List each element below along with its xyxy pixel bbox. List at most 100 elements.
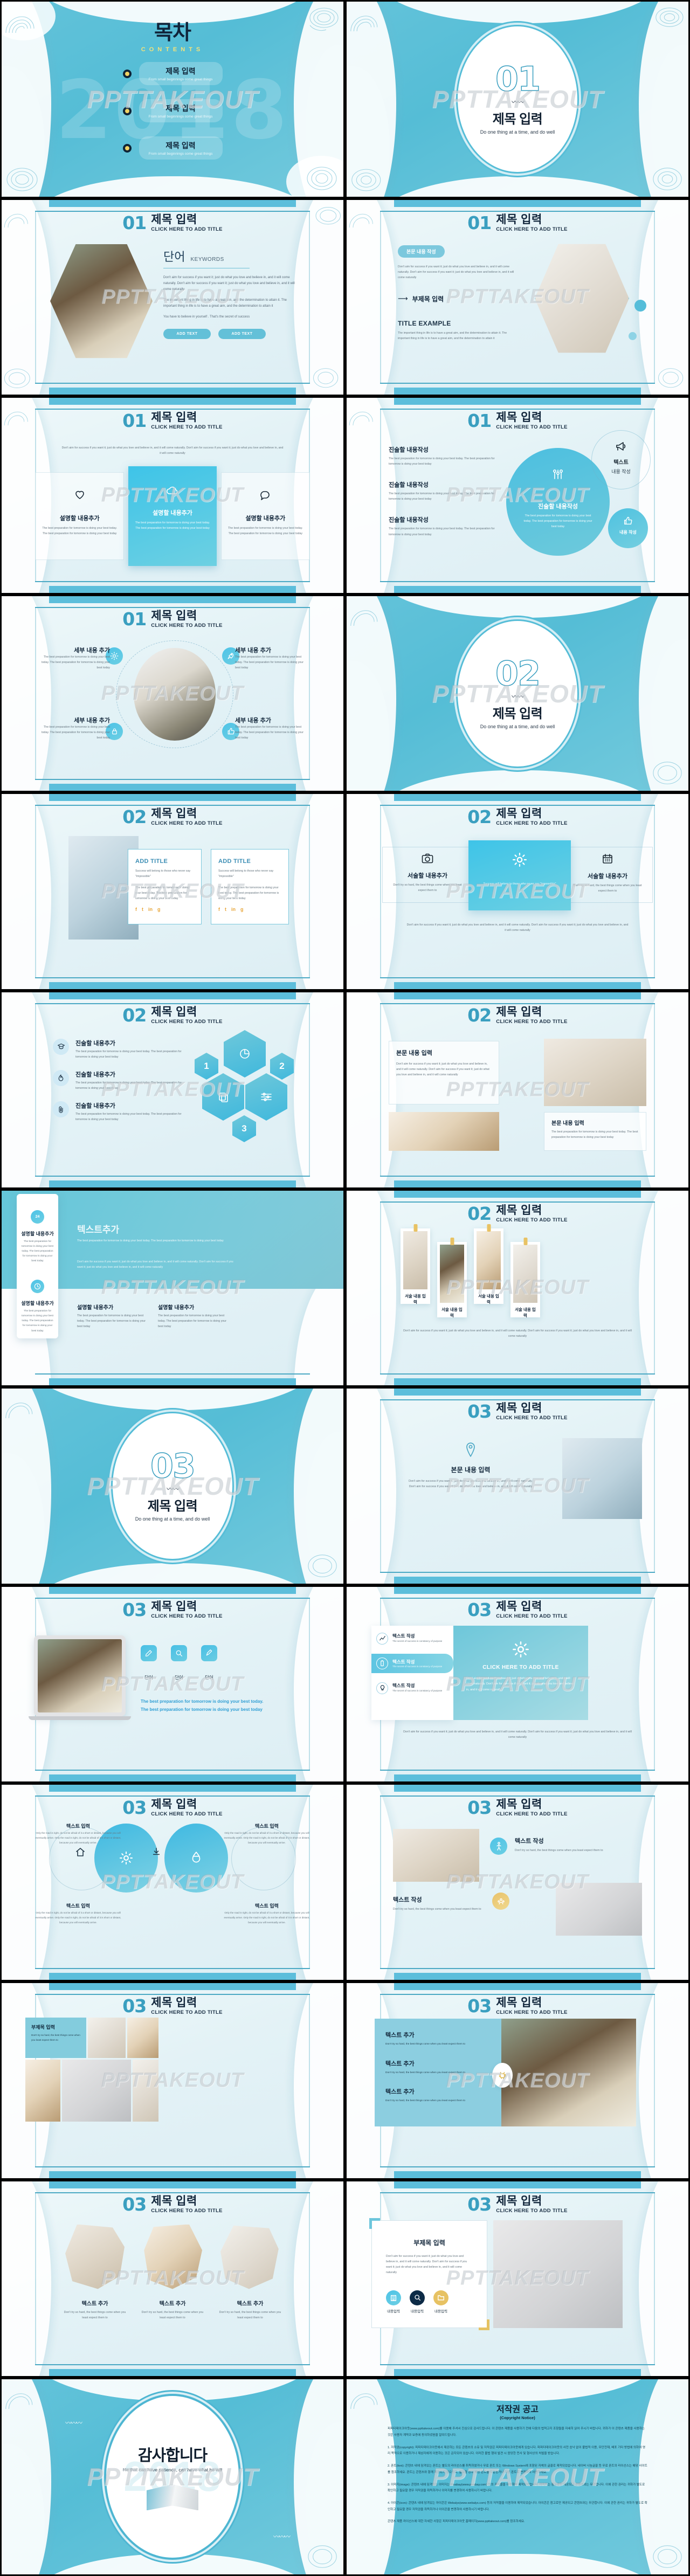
list-item[interactable]: 제목 입력 From small beginnings come great t… (122, 136, 223, 160)
quadrant-item[interactable]: 세부 내용 추가 The best preparation for tomorr… (235, 716, 308, 741)
slide-4-content[interactable]: 01 제목 입력 CLICK HERE TO ADD TITLE 본문 내용 작… (345, 198, 690, 397)
slide-21-content[interactable]: 03 제목 입력 CLICK HERE TO ADD TITLE 부제목 입력 … (0, 1981, 345, 2180)
bottom-item[interactable]: 설명할 내용추가 The best preparation for tomorr… (77, 1303, 147, 1329)
text-row[interactable]: 텍스트 작성 Don't try so hard, the best thing… (393, 1895, 485, 1912)
polaroid[interactable]: 서술 내용 입력 (474, 1224, 503, 1304)
facebook-icon[interactable]: f (135, 907, 137, 912)
text-row[interactable]: 텍스트 작성 Don't try so hard, the best thing… (515, 1836, 612, 1853)
polaroid[interactable]: 서술 내용 입력 (401, 1224, 430, 1304)
page-subtitle: CLICK HERE TO ADD TITLE (151, 2207, 223, 2214)
slide-8-divider-02[interactable]: 02 〰〰 제목 입력 Do one thing at a time, and … (345, 594, 690, 793)
toc-pill[interactable]: 제목 입력 From small beginnings come great t… (139, 99, 223, 122)
slide-25-thanks[interactable]: 〰〰〰 〰〰〰 2018 감사합니다 He that can have pati… (0, 2378, 345, 2576)
corner-item[interactable]: 텍스트 입력 Only the road is right, do not be… (35, 1822, 121, 1845)
quadrant-item[interactable]: 세부 내용 추가 The best preparation for tomorr… (37, 716, 110, 741)
slide-7-content[interactable]: 01 제목 입력 CLICK HERE TO ADD TITLE 세부 내용 추… (0, 594, 345, 793)
slide-15-divider-03[interactable]: 03 〰〰 제목 입력 Do one thing at a time, and … (0, 1387, 345, 1585)
slide-20-content[interactable]: 03 제목 입력 CLICK HERE TO ADD TITLE 텍스트 작성 … (345, 1783, 690, 1981)
slide-18-content[interactable]: 03 제목 입력 CLICK HERE TO ADD TITLE 텍스트 작성 … (345, 1585, 690, 1784)
framed-card[interactable]: 부제목 입력 Don't aim for success if you want… (369, 2218, 489, 2330)
blob-item[interactable]: 텍스트 추가 Don't try so hard, the best thing… (218, 2225, 282, 2321)
section-tagline: Do one thing at a time, and do well (135, 1516, 210, 1522)
social-links[interactable]: f t in g (135, 907, 194, 912)
list-item[interactable]: 진술할 내용작성 The best preparation for tomorr… (389, 515, 505, 537)
venn-circle-right[interactable] (164, 1824, 228, 1893)
blob-item[interactable]: 텍스트 추가 Don't try so hard, the best thing… (63, 2224, 127, 2321)
list-item[interactable]: 진술할 내용추가 The best preparation for tomorr… (53, 1038, 188, 1060)
slide-23-content[interactable]: 03 제목 입력 CLICK HERE TO ADD TITLE 텍스트 추가 … (0, 2179, 345, 2378)
info-card[interactable]: ADD TITLE Success will belong to those w… (211, 849, 289, 925)
slide-17-content[interactable]: 03 제목 입력 CLICK HERE TO ADD TITLE 단어 단어 단… (0, 1585, 345, 1784)
info-card[interactable]: ADD TITLE Success will belong to those w… (128, 849, 202, 925)
corner-item[interactable]: 텍스트 입력 Only the road is right, do not be… (35, 1902, 121, 1925)
list-item[interactable]: 진술할 내용추가 The best preparation for tomorr… (53, 1101, 188, 1122)
slide-22-content[interactable]: 03 제목 입력 CLICK HERE TO ADD TITLE 텍스트 추가 … (345, 1981, 690, 2180)
feature-card-highlight[interactable]: 설명할 내용추가 The best preparation for tomorr… (128, 466, 217, 567)
pin-body: Don't aim for success if you want it; ju… (409, 1480, 533, 1489)
slide-1-contents[interactable]: 2018 목차 CONTENTS 제목 입력 From small beginn… (0, 0, 345, 198)
slide-24-content[interactable]: 03 제목 입력 CLICK HERE TO ADD TITLE 부제목 입력 … (345, 2179, 690, 2378)
twitter-icon[interactable]: t (142, 907, 143, 912)
list-item-highlight[interactable]: 텍스트 작성 The secret of success is constanc… (371, 1653, 453, 1673)
add-text-button[interactable]: ADD TEXT (163, 329, 211, 340)
icon-block[interactable]: 서술할 내용추가 Don't try so hard, the best thi… (390, 853, 465, 893)
icon-label: 내용입력 (387, 2309, 400, 2313)
feature-card[interactable]: 설명할 내용추가 The best preparation for tomorr… (220, 472, 310, 561)
text-card[interactable]: 본문 내용 입력 Don't aim for success if you wa… (389, 1040, 499, 1104)
bottom-item[interactable]: 설명할 내용추가 The best preparation for tomorr… (158, 1303, 228, 1329)
word-item[interactable]: 단어 (141, 1645, 157, 1681)
icon-item[interactable]: 내용입력 (410, 2290, 425, 2313)
google-plus-icon[interactable]: g (157, 907, 161, 912)
linkedin-icon[interactable]: in (231, 907, 236, 912)
facebook-icon[interactable]: f (218, 907, 220, 912)
add-text-button[interactable]: ADD TEXT (218, 329, 266, 340)
slide-3-content[interactable]: 01 제목 입력 CLICK HERE TO ADD TITLE 단어 KEYW… (0, 198, 345, 397)
icon-item[interactable]: 내용입력 (433, 2290, 448, 2313)
toc-pill[interactable]: 제목 입력 From small beginnings come great t… (139, 62, 223, 85)
text-card[interactable]: 본문 내용 입력 The best preparation for tomorr… (544, 1111, 646, 1151)
slide-11-content[interactable]: 02 제목 입력 CLICK HERE TO ADD TITLE 진술할 내용추… (0, 990, 345, 1189)
corner-item[interactable]: 텍스트 입력 Only the road is right, do not be… (224, 1902, 310, 1925)
google-plus-icon[interactable]: g (240, 907, 244, 912)
linkedin-icon[interactable]: in (148, 907, 153, 912)
polaroid[interactable]: 서술 내용 입력 (437, 1237, 467, 1318)
caption-tile[interactable]: 부제목 입력 Don't try so hard, the best thing… (25, 2017, 86, 2058)
corner-item[interactable]: 텍스트 입력 Only the road is right, do not be… (224, 1822, 310, 1845)
twitter-icon[interactable]: t (225, 907, 226, 912)
slide-13-split[interactable]: 24 설명할 내용추가 The best preparation for tom… (0, 1189, 345, 1387)
slide-16-content[interactable]: 03 제목 입력 CLICK HERE TO ADD TITLE 본문 내용 입… (345, 1387, 690, 1585)
list-item[interactable]: 제목 입력 From small beginnings come great t… (122, 62, 223, 85)
polaroid[interactable]: 서술 내용 입력 (510, 1237, 540, 1318)
slide-6-content[interactable]: 01 제목 입력 CLICK HERE TO ADD TITLE 진술할 내용작… (345, 396, 690, 595)
word-item[interactable]: 단어 (171, 1645, 187, 1681)
slide-2-divider-01[interactable]: 01 〰〰 제목 입력 Do one thing at a time, and … (345, 0, 690, 198)
icon-block-highlight[interactable]: Success will belong to those who never s… (468, 840, 571, 911)
slide-19-content[interactable]: 03 제목 입력 CLICK HERE TO ADD TITLE 텍스트 입력 … (0, 1783, 345, 1981)
right-small-circle[interactable]: 내용 작성 (608, 508, 648, 549)
slide-12-content[interactable]: 02 제목 입력 CLICK HERE TO ADD TITLE 본문 내용 입… (345, 990, 690, 1189)
icon-block[interactable]: 서술할 내용추가 Don't try so hard, the best thi… (570, 853, 645, 894)
slide-9-content[interactable]: 02 제목 입력 CLICK HERE TO ADD TITLE ADD TIT… (0, 792, 345, 991)
list-item[interactable]: 텍스트 작성 The secret of success is constanc… (376, 1632, 448, 1645)
blob-item[interactable]: 텍스트 추가 Don't try so hard, the best thing… (140, 2224, 205, 2321)
slide-10-content[interactable]: 02 제목 입력 CLICK HERE TO ADD TITLE 서술할 내용추… (345, 792, 690, 991)
list-item[interactable]: 진술할 내용작성 The best preparation for tomorr… (389, 480, 505, 502)
white-panel[interactable]: 24 설명할 내용추가 The best preparation for tom… (17, 1193, 58, 1338)
right-big-circle[interactable]: 텍스트 내용 작성 (591, 430, 651, 490)
list-item[interactable]: 진술할 내용작성 The best preparation for tomorr… (389, 445, 505, 467)
social-links[interactable]: f t in g (218, 907, 281, 912)
quadrant-item[interactable]: 세부 내용 추가 The best preparation for tomorr… (37, 646, 110, 671)
item-title: 세부 내용 추가 (235, 717, 271, 724)
list-item[interactable]: 진술할 내용추가 The best preparation for tomorr… (53, 1070, 188, 1091)
list-item[interactable]: 제목 입력 From small beginnings come great t… (122, 99, 223, 122)
slide-5-content[interactable]: 01 제목 입력 CLICK HERE TO ADD TITLE Don't a… (0, 396, 345, 595)
quadrant-item[interactable]: 세부 내용 추가 The best preparation for tomorr… (235, 646, 308, 671)
pin-block[interactable]: 본문 내용 입력 Don't aim for success if you wa… (406, 1442, 535, 1489)
list-item[interactable]: 텍스트 작성 The secret of success is constanc… (376, 1682, 448, 1694)
icon-item[interactable]: 내용입력 (386, 2290, 401, 2313)
slide-14-content[interactable]: 02 제목 입력 CLICK HERE TO ADD TITLE 서술 내용 입… (345, 1189, 690, 1387)
slide-26-copyright[interactable]: 저작권 공고 (Copyright Notice) 피피티테이크아웃(www.p… (345, 2378, 690, 2576)
feature-card[interactable]: 설명할 내용추가 The best preparation for tomorr… (35, 472, 125, 561)
word-item[interactable]: 단어 (201, 1645, 217, 1681)
toc-pill[interactable]: 제목 입력 From small beginnings come great t… (139, 136, 223, 160)
